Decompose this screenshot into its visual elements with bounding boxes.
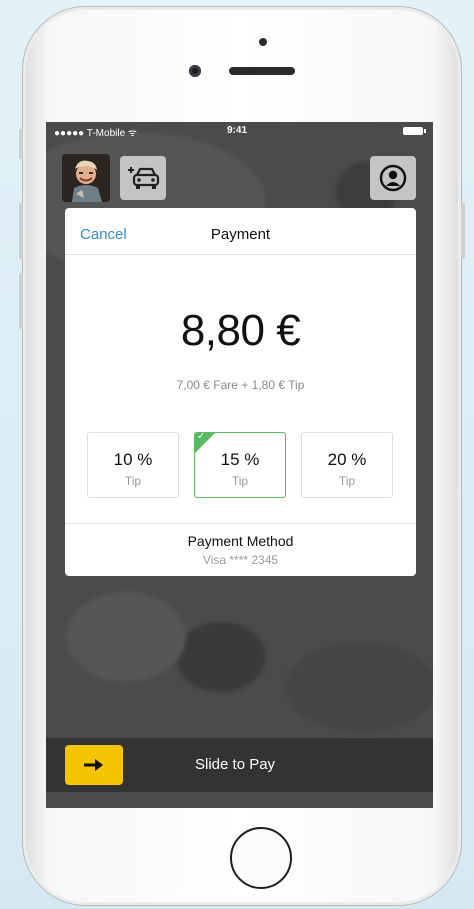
- tip-label: Tip: [338, 474, 356, 488]
- tip-option-20[interactable]: 20 % Tip: [301, 432, 393, 498]
- divider: [65, 523, 416, 524]
- fare-breakdown: 7,00 € Fare + 1,80 € Tip: [176, 378, 305, 392]
- profile-icon: [379, 164, 407, 192]
- checkmark-icon: ✓: [197, 432, 206, 442]
- add-taxi-button[interactable]: [120, 156, 166, 200]
- add-taxi-icon: [128, 167, 160, 189]
- status-bar: ●●●●● T-Mobile ᯤ 9:41: [46, 122, 433, 140]
- volume-down-button: [19, 273, 23, 329]
- front-camera: [189, 65, 201, 77]
- tip-label: Tip: [124, 474, 142, 488]
- earpiece-speaker: [229, 67, 295, 75]
- payment-method-value[interactable]: Visa **** 2345: [65, 553, 416, 567]
- volume-up-button: [19, 203, 23, 259]
- home-button[interactable]: [230, 827, 292, 889]
- payment-card: Cancel Payment 8,80 € 7,00 € Fare + 1,80…: [65, 208, 416, 576]
- mute-switch: [19, 129, 23, 159]
- map-road: [286, 642, 433, 732]
- payment-method-title[interactable]: Payment Method: [65, 533, 416, 549]
- tip-percent: 15 %: [220, 450, 260, 469]
- tip-percent: 10 %: [113, 450, 153, 469]
- payment-header: Cancel Payment: [65, 208, 416, 255]
- avatar-photo: [62, 154, 110, 202]
- user-avatar[interactable]: [62, 154, 110, 202]
- total-amount: 8,80 €: [180, 306, 301, 355]
- battery-icon: [403, 127, 426, 135]
- power-button: [461, 203, 465, 259]
- page-title: Payment: [210, 226, 271, 243]
- slide-to-pay-bar: Slide to Pay: [46, 738, 433, 792]
- arrow-right-icon: [84, 759, 103, 771]
- carrier-signal: ●●●●● T-Mobile ᯤ: [54, 128, 138, 139]
- map-road: [176, 622, 266, 692]
- screen: ●●●●● T-Mobile ᯤ 9:41 Cancel Payment 8,8…: [46, 122, 433, 808]
- slide-to-pay-label: Slide to Pay: [195, 756, 276, 773]
- profile-button[interactable]: [370, 156, 416, 200]
- tip-percent: 20 %: [327, 450, 367, 469]
- tip-option-15[interactable]: ✓ 15 % Tip: [194, 432, 286, 498]
- slide-to-pay-handle[interactable]: [65, 745, 123, 785]
- clock: 9:41: [227, 125, 248, 136]
- tip-option-10[interactable]: 10 % Tip: [87, 432, 179, 498]
- map-road: [66, 592, 186, 682]
- proximity-sensor: [259, 38, 267, 46]
- tip-label: Tip: [231, 474, 249, 488]
